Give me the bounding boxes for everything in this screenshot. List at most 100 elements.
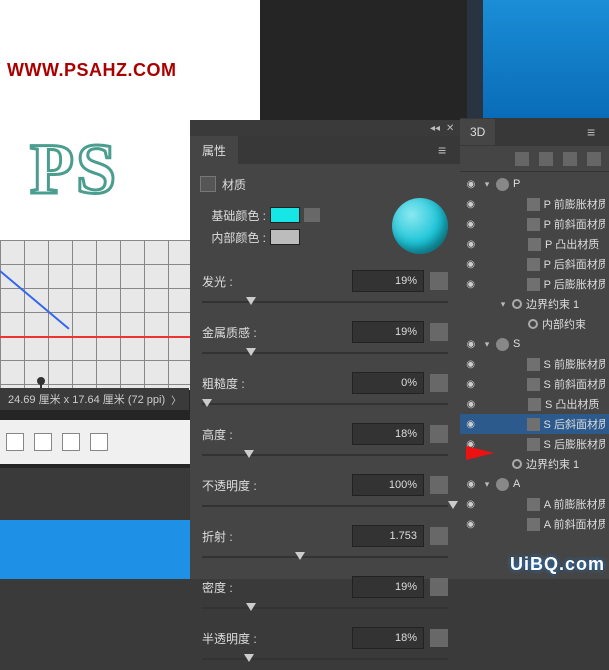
slider-folder-icon[interactable] xyxy=(430,629,448,647)
panel-menu-button[interactable] xyxy=(430,136,460,164)
material-preview-sphere[interactable] xyxy=(392,198,448,254)
tree-row[interactable]: P 前膨胀材质 xyxy=(460,194,609,214)
tab-3d[interactable]: 3D xyxy=(460,119,495,145)
slider-track[interactable] xyxy=(202,499,448,513)
node-type-icon xyxy=(496,178,509,191)
visibility-eye-icon[interactable] xyxy=(464,497,477,511)
visibility-eye-icon[interactable] xyxy=(464,337,478,351)
node-type-icon xyxy=(527,418,540,431)
slider-thumb[interactable] xyxy=(295,552,305,560)
slider-thumb[interactable] xyxy=(246,348,256,356)
disclosure-triangle-icon[interactable]: ▾ xyxy=(498,299,508,310)
3d-panel-menu-button[interactable] xyxy=(579,118,609,146)
disclosure-triangle-icon[interactable]: ▾ xyxy=(482,339,492,350)
slider-thumb[interactable] xyxy=(202,399,212,407)
tree-row[interactable]: 内部约束 xyxy=(460,314,609,334)
close-icon[interactable]: ✕ xyxy=(446,123,456,133)
3d-tab-row: 3D xyxy=(460,118,609,146)
tree-row[interactable]: ▾P xyxy=(460,174,609,194)
slider-track[interactable] xyxy=(202,295,448,309)
tree-row[interactable]: P 后斜面材质 xyxy=(460,254,609,274)
slider-folder-icon[interactable] xyxy=(430,425,448,443)
slider-folder-icon[interactable] xyxy=(430,476,448,494)
node-label: A 前斜面材质 xyxy=(544,516,605,532)
tree-row[interactable]: P 凸出材质 xyxy=(460,234,609,254)
visibility-eye-icon[interactable] xyxy=(464,217,477,231)
inner-color-swatch[interactable] xyxy=(270,229,300,245)
slider-folder-icon[interactable] xyxy=(430,527,448,545)
tree-row[interactable]: A 前膨胀材质 xyxy=(460,494,609,514)
disclosure-triangle-icon[interactable]: ▾ xyxy=(482,179,492,190)
tree-row[interactable]: S 后斜面材质 xyxy=(460,414,609,434)
tree-row[interactable]: ▾边界约束 1 xyxy=(460,294,609,314)
properties-header: ◂◂ ✕ xyxy=(190,120,460,136)
slider-value-input[interactable]: 0% xyxy=(352,372,424,394)
node-type-icon xyxy=(527,358,540,371)
slider-value-input[interactable]: 19% xyxy=(352,321,424,343)
visibility-eye-icon[interactable] xyxy=(464,397,478,411)
slider-thumb[interactable] xyxy=(448,501,458,509)
axis-z[interactable] xyxy=(0,270,70,329)
canvas-info-expand-icon[interactable]: 〉 xyxy=(171,392,181,407)
node-label: A xyxy=(513,478,520,490)
slider-track[interactable] xyxy=(202,346,448,360)
tree-row[interactable]: A 前斜面材质 xyxy=(460,514,609,534)
base-color-folder-icon[interactable] xyxy=(304,208,320,222)
collapse-icon[interactable]: ◂◂ xyxy=(430,123,440,133)
slider-track[interactable] xyxy=(202,652,448,666)
visibility-eye-icon[interactable] xyxy=(464,197,477,211)
3d-text-object[interactable]: PS xyxy=(30,128,118,211)
visibility-eye-icon[interactable] xyxy=(464,477,478,491)
visibility-eye-icon[interactable] xyxy=(464,237,478,251)
toolbar-icon-4[interactable] xyxy=(90,433,108,451)
filter-scene-icon[interactable] xyxy=(515,152,529,166)
slider-thumb[interactable] xyxy=(244,654,254,662)
slider-thumb[interactable] xyxy=(246,297,256,305)
tree-row[interactable]: ▾A xyxy=(460,474,609,494)
slider-thumb[interactable] xyxy=(244,450,254,458)
3d-layer-tree: ▾PP 前膨胀材质P 前斜面材质P 凸出材质P 后斜面材质P 后膨胀材质▾边界约… xyxy=(460,172,609,536)
slider-track[interactable] xyxy=(202,397,448,411)
visibility-eye-icon[interactable] xyxy=(464,177,478,191)
slider-value-input[interactable]: 1.753 xyxy=(352,525,424,547)
filter-light-icon[interactable] xyxy=(587,152,601,166)
slider-value-input[interactable]: 18% xyxy=(352,423,424,445)
node-type-icon xyxy=(527,258,540,271)
visibility-eye-icon[interactable] xyxy=(464,517,477,531)
slider-row-4: 不透明度 :100% xyxy=(202,474,448,513)
slider-value-input[interactable]: 19% xyxy=(352,576,424,598)
filter-material-icon[interactable] xyxy=(563,152,577,166)
visibility-eye-icon[interactable] xyxy=(464,357,477,371)
tree-row[interactable]: S 凸出材质 xyxy=(460,394,609,414)
slider-value-input[interactable]: 19% xyxy=(352,270,424,292)
disclosure-triangle-icon[interactable]: ▾ xyxy=(482,479,492,490)
material-mode-icon-1[interactable] xyxy=(200,176,216,192)
toolbar-icon-1[interactable] xyxy=(6,433,24,451)
slider-value-input[interactable]: 18% xyxy=(352,627,424,649)
slider-track[interactable] xyxy=(202,601,448,615)
node-type-icon xyxy=(527,438,540,451)
tree-row[interactable]: P 后膨胀材质 xyxy=(460,274,609,294)
visibility-eye-icon[interactable] xyxy=(464,277,477,291)
slider-folder-icon[interactable] xyxy=(430,323,448,341)
visibility-eye-icon[interactable] xyxy=(464,377,477,391)
tree-row[interactable]: P 前斜面材质 xyxy=(460,214,609,234)
tree-row[interactable]: S 前膨胀材质 xyxy=(460,354,609,374)
base-color-swatch[interactable] xyxy=(270,207,300,223)
visibility-eye-icon[interactable] xyxy=(464,417,477,431)
slider-thumb[interactable] xyxy=(246,603,256,611)
tree-row[interactable]: S 前斜面材质 xyxy=(460,374,609,394)
tree-row[interactable]: ▾S xyxy=(460,334,609,354)
slider-track[interactable] xyxy=(202,550,448,564)
slider-folder-icon[interactable] xyxy=(430,578,448,596)
toolbar-icon-3[interactable] xyxy=(62,433,80,451)
slider-value-input[interactable]: 100% xyxy=(352,474,424,496)
visibility-eye-icon[interactable] xyxy=(464,257,477,271)
slider-folder-icon[interactable] xyxy=(430,374,448,392)
node-type-icon xyxy=(527,218,540,231)
toolbar-icon-2[interactable] xyxy=(34,433,52,451)
slider-track[interactable] xyxy=(202,448,448,462)
slider-folder-icon[interactable] xyxy=(430,272,448,290)
filter-mesh-icon[interactable] xyxy=(539,152,553,166)
tab-properties[interactable]: 属性 xyxy=(190,136,238,165)
